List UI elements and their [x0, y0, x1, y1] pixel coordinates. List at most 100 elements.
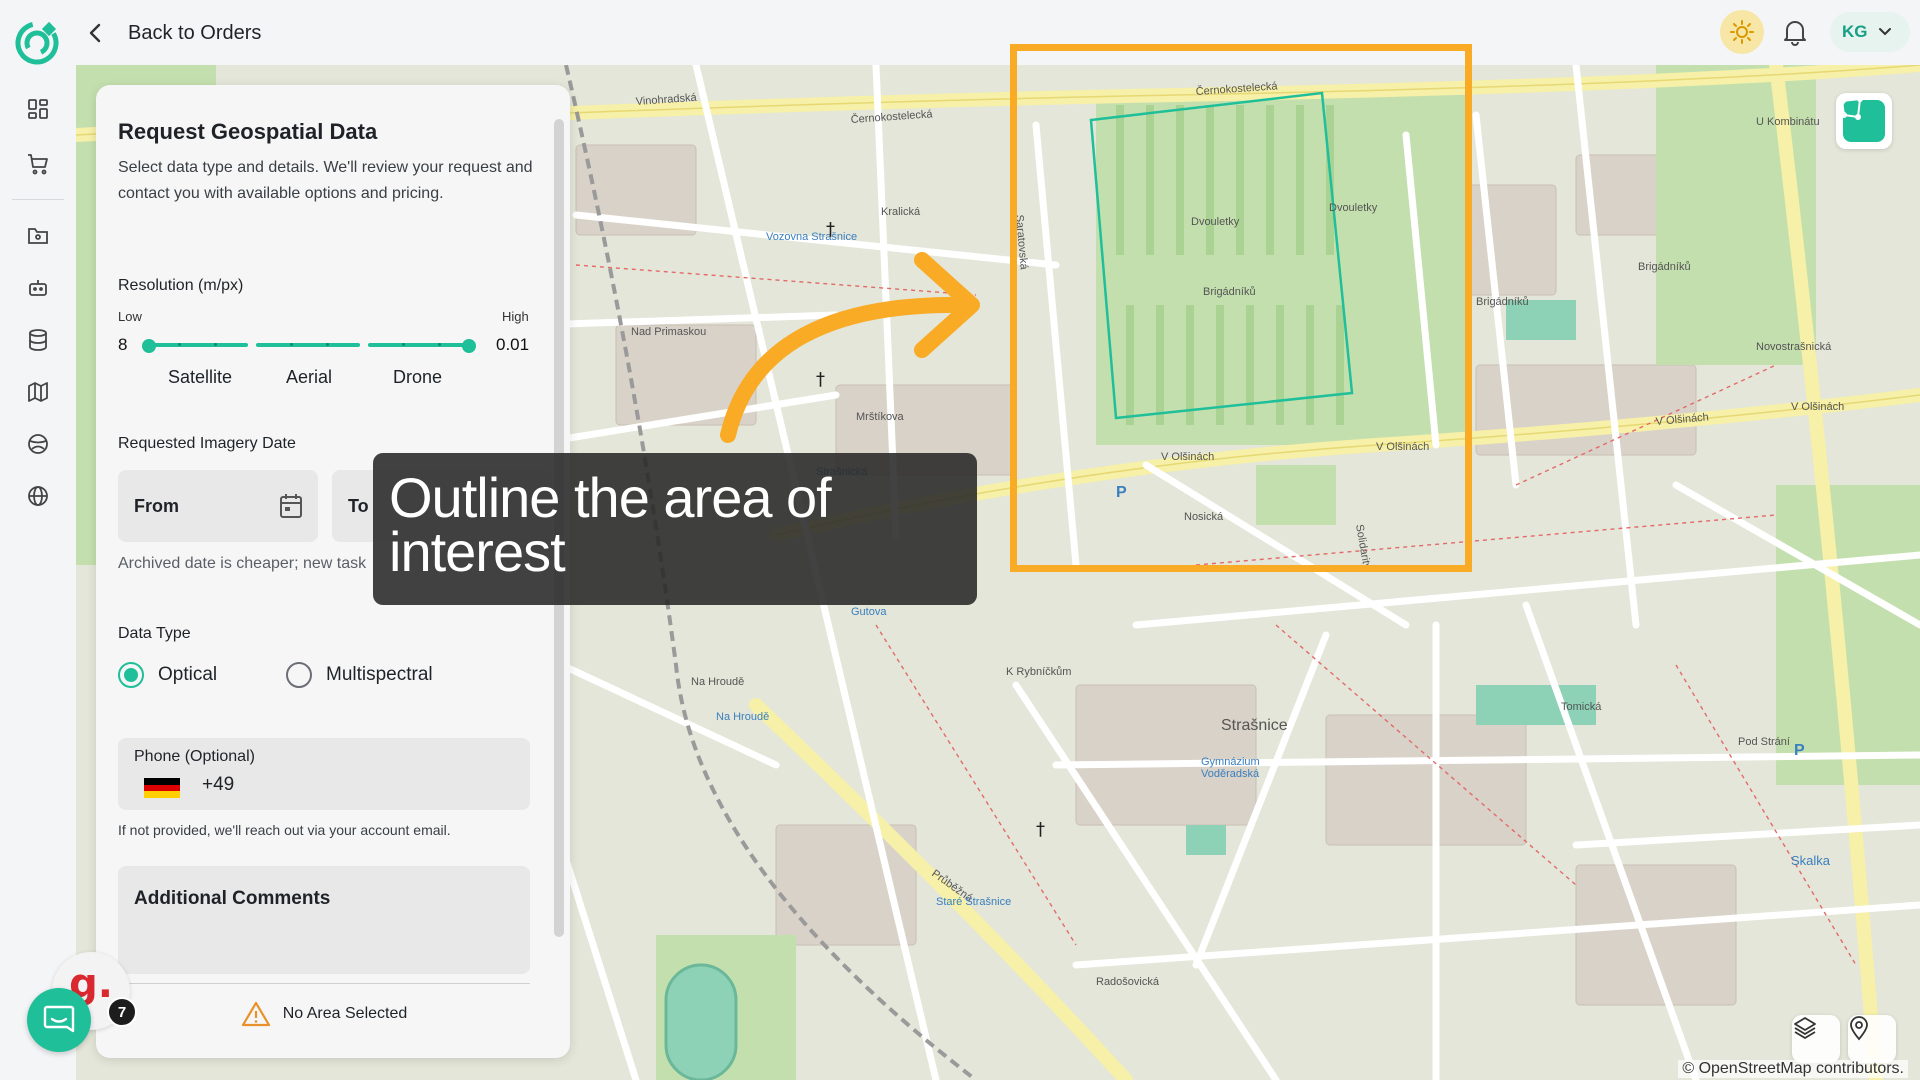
- top-bar: Back to Orders KG: [0, 0, 1920, 65]
- folder-image-icon: [28, 228, 48, 244]
- svg-text:Tomická: Tomická: [1561, 701, 1602, 713]
- svg-text:P: P: [1794, 742, 1805, 759]
- left-nav-rail: [0, 65, 76, 1080]
- data-type-optical-radio[interactable]: Optical: [118, 662, 217, 688]
- robot-icon: [29, 280, 47, 296]
- svg-text:Na Hroudě: Na Hroudě: [716, 711, 769, 723]
- area-status-bar: No Area Selected: [118, 983, 530, 1043]
- slider-handle-min[interactable]: [142, 339, 156, 353]
- warning-icon: [241, 1001, 270, 1026]
- slider-tick: [178, 343, 181, 346]
- resolution-option-satellite[interactable]: Satellite: [168, 367, 232, 388]
- nav-database[interactable]: [22, 324, 54, 356]
- svg-text:Novostrašnická: Novostrašnická: [1756, 341, 1832, 353]
- svg-text:K Rybníčkům: K Rybníčkům: [1006, 666, 1071, 678]
- nav-map[interactable]: [22, 376, 54, 408]
- phone-input[interactable]: [202, 774, 402, 796]
- resolution-high-label: High: [502, 309, 529, 324]
- svg-text:Strašnice: Strašnice: [1221, 717, 1288, 734]
- slider-tick: [326, 343, 329, 346]
- imagery-date-label: Requested Imagery Date: [118, 435, 296, 452]
- svg-text:U Kombinátu: U Kombinátu: [1756, 116, 1820, 128]
- phone-field[interactable]: Phone (Optional): [118, 738, 530, 810]
- map-icon: [28, 382, 48, 402]
- svg-text:†: †: [826, 219, 835, 240]
- notifications-button[interactable]: [1777, 14, 1813, 50]
- app-logo-icon[interactable]: [14, 20, 60, 66]
- slider-tick: [402, 343, 405, 346]
- data-type-multispectral-radio[interactable]: Multispectral: [286, 662, 433, 688]
- sun-icon: [1730, 20, 1754, 44]
- area-status-text: No Area Selected: [282, 1004, 408, 1022]
- layers-icon: [1794, 1017, 1816, 1039]
- slider-tick: [438, 343, 441, 346]
- archive-date-note: Archived date is cheaper; new task: [118, 555, 367, 572]
- slider-tick: [214, 343, 217, 346]
- tutorial-callout: Outline the area of interest: [373, 453, 977, 605]
- globe-icon: [28, 486, 48, 506]
- phone-label: Phone (Optional): [134, 748, 255, 765]
- date-to-label: To: [348, 495, 369, 516]
- chevron-down-icon: [1878, 28, 1891, 36]
- svg-text:Brigádníků: Brigádníků: [1476, 296, 1529, 308]
- tutorial-arrow-icon: [720, 252, 980, 443]
- slider-tick: [290, 343, 293, 346]
- dashboard-grid-icon: [28, 99, 48, 119]
- nav-globe[interactable]: [22, 480, 54, 512]
- svg-text:Gymnázium: Gymnázium: [1201, 756, 1260, 768]
- svg-text:Kralická: Kralická: [881, 206, 921, 218]
- resolution-min-value: 8: [118, 335, 128, 354]
- date-from-label: From: [134, 495, 179, 516]
- polygon-draw-icon: [1839, 96, 1863, 120]
- chevron-left-icon: [89, 23, 101, 43]
- svg-text:Voděradská: Voděradská: [1201, 768, 1260, 780]
- additional-comments-field[interactable]: Additional Comments: [118, 866, 530, 974]
- panel-title: Request Geospatial Data: [118, 119, 378, 144]
- phone-note: If not provided, we'll reach out via you…: [118, 822, 451, 838]
- globe-network-icon: [28, 434, 48, 454]
- calendar-icon[interactable]: [278, 492, 304, 520]
- resolution-low-label: Low: [118, 309, 142, 324]
- resolution-slider[interactable]: [142, 339, 484, 353]
- svg-text:Radošovická: Radošovická: [1096, 976, 1160, 988]
- nav-files[interactable]: [22, 220, 54, 252]
- additional-comments-label: Additional Comments: [134, 888, 331, 909]
- panel-description: Select data type and details. We'll revi…: [118, 159, 533, 202]
- slider-segment-drone: [368, 343, 472, 347]
- resolution-option-drone[interactable]: Drone: [393, 367, 442, 388]
- data-type-optical-label: Optical: [158, 664, 218, 685]
- map-pin-icon: [1850, 1016, 1868, 1041]
- back-to-orders-button[interactable]: Back to Orders: [88, 18, 261, 48]
- chat-icon: [43, 1005, 75, 1033]
- notification-count-badge: 7: [107, 997, 137, 1027]
- nav-orders[interactable]: [22, 148, 54, 180]
- svg-text:†: †: [1036, 819, 1045, 840]
- map-attribution: © OpenStreetMap contributors.: [1678, 1060, 1908, 1078]
- svg-text:V Olšinách: V Olšinách: [1791, 401, 1844, 413]
- germany-flag-icon[interactable]: [144, 778, 180, 798]
- theme-toggle-button[interactable]: [1720, 10, 1764, 54]
- slider-handle-max[interactable]: [462, 339, 476, 353]
- nav-ai-bot[interactable]: [22, 272, 54, 304]
- resolution-label: Resolution (m/px): [118, 277, 244, 294]
- svg-text:Brigádníků: Brigádníků: [1638, 261, 1691, 273]
- date-from-field[interactable]: From: [118, 470, 318, 542]
- map-layers-button[interactable]: [1792, 1015, 1840, 1063]
- data-type-label: Data Type: [118, 625, 191, 642]
- svg-text:Pod Strání: Pod Strání: [1738, 736, 1790, 748]
- nav-divider: [12, 199, 64, 200]
- radio-dot: [124, 668, 138, 682]
- radio-ring: [118, 662, 144, 688]
- resolution-max-value: 0.01: [496, 335, 530, 354]
- slider-segment-aerial: [256, 343, 360, 347]
- nav-dashboard[interactable]: [22, 93, 54, 125]
- bell-icon: [1784, 21, 1806, 46]
- user-menu-button[interactable]: KG: [1830, 12, 1910, 52]
- draw-area-button[interactable]: [1836, 93, 1892, 149]
- locate-button[interactable]: [1848, 1015, 1896, 1063]
- back-to-orders-label: Back to Orders: [128, 21, 262, 44]
- nav-explore[interactable]: [22, 428, 54, 460]
- resolution-option-aerial[interactable]: Aerial: [286, 367, 332, 388]
- svg-text:Nad Primaskou: Nad Primaskou: [631, 326, 706, 338]
- chat-launcher-button[interactable]: [27, 988, 91, 1052]
